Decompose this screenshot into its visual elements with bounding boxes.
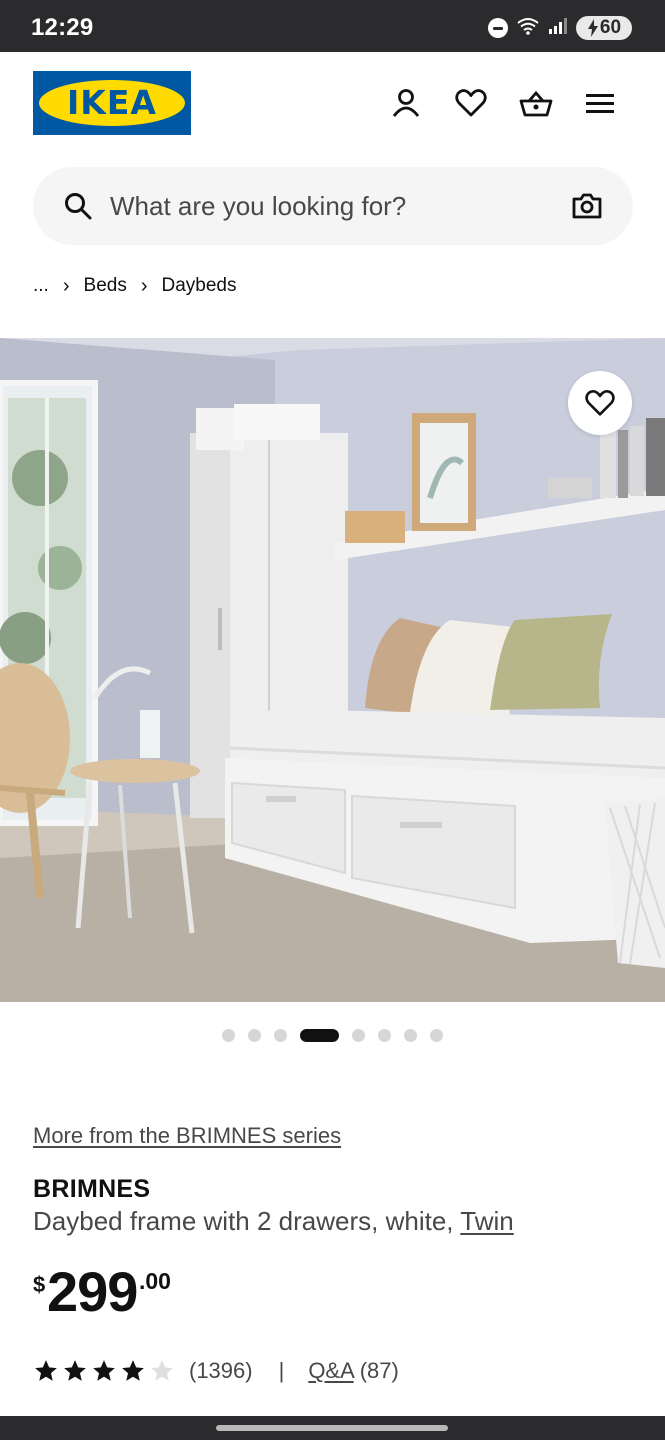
battery-indicator: 60 [576, 16, 632, 40]
price-integer: 299 [47, 1260, 138, 1323]
charging-bolt-icon [587, 19, 598, 37]
site-header: IKEA [0, 52, 665, 157]
star-empty-icon [149, 1358, 175, 1384]
breadcrumb-item-daybeds[interactable]: Daybeds [162, 275, 237, 297]
review-count[interactable]: (1396) [189, 1358, 253, 1384]
breadcrumb: ... › Beds › Daybeds [33, 272, 237, 300]
star-filled-icon [62, 1358, 88, 1384]
search-icon [63, 191, 93, 221]
carousel-dot[interactable] [352, 1028, 365, 1042]
menu-hamburger-icon[interactable] [583, 86, 617, 120]
search-input[interactable] [110, 167, 550, 245]
ikea-logo[interactable]: IKEA [33, 71, 191, 135]
carousel-dot[interactable] [274, 1028, 287, 1042]
breadcrumb-ellipsis[interactable]: ... [33, 275, 49, 297]
chevron-right-icon: › [140, 274, 148, 297]
camera-search-icon[interactable] [571, 190, 603, 222]
wishlist-heart-icon[interactable] [454, 86, 488, 120]
product-description: Daybed frame with 2 drawers, white, Twin [33, 1206, 514, 1237]
star-filled-icon [33, 1358, 59, 1384]
breadcrumb-item-beds[interactable]: Beds [84, 275, 127, 297]
chevron-right-icon: › [62, 274, 70, 297]
product-description-text: Daybed frame with 2 drawers, white, [33, 1206, 454, 1236]
product-image[interactable] [0, 338, 665, 1002]
carousel-indicator [0, 1026, 665, 1044]
status-time: 12:29 [31, 14, 94, 41]
size-link[interactable]: Twin [460, 1206, 513, 1236]
account-icon[interactable] [389, 86, 423, 120]
series-link[interactable]: More from the BRIMNES series [33, 1123, 341, 1149]
price-decimal: .00 [139, 1268, 171, 1294]
carousel-dot[interactable] [378, 1028, 391, 1042]
do-not-disturb-icon [488, 18, 508, 38]
carousel-dot[interactable] [222, 1028, 235, 1042]
product-name: BRIMNES [33, 1175, 151, 1203]
logo-wordmark: IKEA [67, 83, 157, 122]
star-filled-icon [120, 1358, 146, 1384]
signal-icon [548, 17, 568, 40]
carousel-dot[interactable] [404, 1028, 417, 1042]
search-bar[interactable] [33, 167, 633, 245]
shopping-basket-icon[interactable] [519, 86, 553, 120]
status-bar: 12:29 60 [0, 0, 665, 52]
product-rating[interactable]: (1396) | Q&A (87) [33, 1355, 399, 1387]
qa-link[interactable]: Q&A (87) [308, 1358, 399, 1384]
carousel-dot-active[interactable] [300, 1028, 339, 1042]
rating-separator: | [278, 1358, 285, 1383]
home-gesture-handle[interactable] [216, 1425, 448, 1431]
system-navigation-bar [0, 1416, 665, 1440]
status-icons: 60 [488, 16, 632, 40]
wifi-icon [516, 16, 540, 41]
qa-label[interactable]: Q&A [308, 1358, 353, 1383]
battery-level: 60 [599, 17, 622, 38]
star-filled-icon [91, 1358, 117, 1384]
add-to-favourites-button[interactable] [568, 371, 632, 435]
heart-icon [585, 390, 615, 416]
carousel-dot[interactable] [430, 1028, 443, 1042]
qa-count: (87) [359, 1358, 399, 1383]
price-currency: $ [33, 1272, 46, 1297]
carousel-dot[interactable] [248, 1028, 261, 1042]
rating-stars [33, 1358, 175, 1384]
